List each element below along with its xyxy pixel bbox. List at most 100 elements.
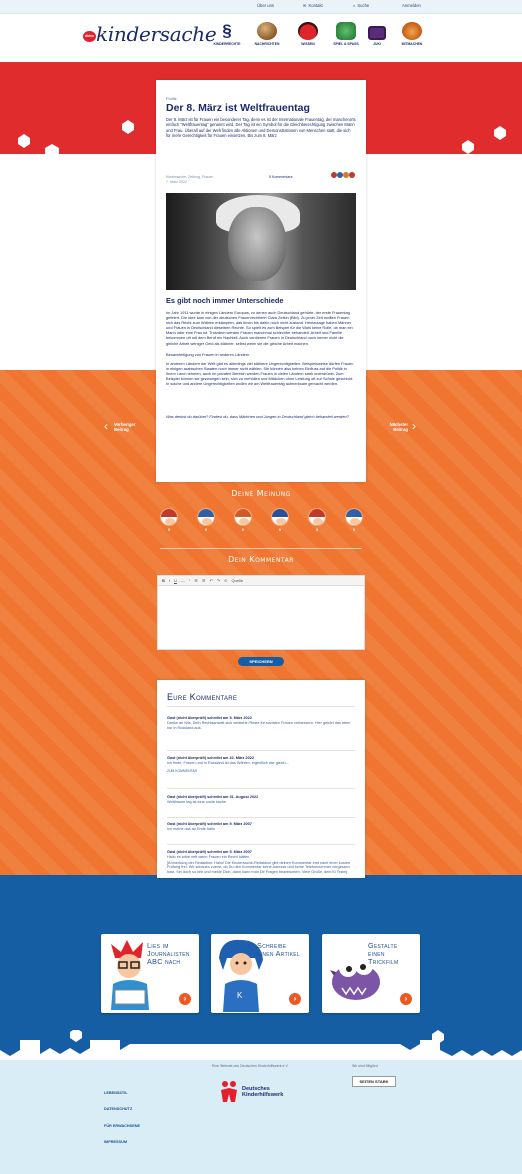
nav-nachrichten[interactable]: Nachrichten (252, 22, 282, 46)
opinion-face-2[interactable]: 0 (195, 508, 217, 532)
seal-caption: Wir sind Mitglied (352, 1064, 378, 1068)
promo-tile-journalist-abc[interactable]: Lies im Journalisten ABC nach › (101, 934, 199, 1013)
emoji-button[interactable]: ⊙ (224, 578, 227, 583)
footer-link[interactable]: IMPRESSUM (104, 1140, 127, 1144)
dkhw-partner-logo[interactable]: Deutsches Kinderhilfswerk (220, 1080, 306, 1106)
chevron-right-icon: › (412, 419, 416, 433)
promo-title: Gestalte einen Trickfilm (368, 941, 399, 966)
article-photo (166, 193, 356, 290)
chevron-right-icon[interactable]: › (400, 993, 412, 1005)
nav-juki[interactable]: Juki (362, 22, 392, 46)
contact-link-label: Kontakt (308, 3, 323, 8)
strike-button[interactable]: — (181, 578, 185, 583)
promo-tile-trickfilm[interactable]: Gestalte einen Trickfilm › (322, 934, 420, 1013)
opinion-count: 0 (241, 527, 245, 532)
comment-count-link[interactable]: 5 Kommentare (269, 175, 293, 179)
login-link[interactable]: Anmelden (402, 3, 421, 8)
divider (167, 817, 355, 818)
comment-text: Weltfrauen tag ist eine coole sache (167, 799, 227, 804)
opinion-face-3[interactable]: 0 (232, 508, 254, 532)
divider (167, 844, 355, 845)
about-link-label: Über uns (257, 3, 274, 8)
tv-icon (368, 26, 386, 40)
nav-label: Spiel & Spaß (333, 42, 359, 46)
opinion-count: 0 (204, 527, 208, 532)
comment-item: Gast (nicht überprüft) schreibt am 5. Mä… (167, 716, 355, 730)
comment-text: Hallo es wäre nett wenn Frauen ein Recht… (167, 854, 250, 859)
chevron-right-icon[interactable]: › (289, 993, 301, 1005)
about-link[interactable]: Über uns (257, 3, 274, 8)
nav-label: Mitmachen (401, 42, 423, 46)
comment-form-title: Dein Kommentar (228, 555, 294, 564)
editor-note: [Anmerkung der Redaktion: Hallo! Die Kin… (167, 860, 351, 875)
seal-text: SEITEN STARK (359, 1079, 389, 1084)
cat-icon (402, 22, 422, 40)
article-subheading: Es gibt noch immer Unterschiede (166, 296, 284, 305)
login-link-label: Anmelden (402, 3, 421, 8)
underline-button[interactable]: U (174, 578, 177, 583)
bold-button[interactable]: B (162, 578, 165, 583)
footer-link[interactable]: LEBENSSTIL (104, 1091, 128, 1095)
numbered-list-button[interactable]: ☰ (202, 578, 206, 583)
comment-text: Danke an Nils, Dein Rechtsanwalt sich we… (167, 720, 351, 730)
next-post-label: Nächster Beitrag (389, 422, 408, 433)
comments-title: Eure Kommentare (167, 692, 238, 702)
nav-spiel-spass[interactable]: Spiel & Spaß (331, 22, 361, 46)
redo-button[interactable]: ↷ (217, 578, 220, 583)
nav-label: Wissen (301, 42, 315, 46)
footer-link[interactable]: DATENSCHUTZ (104, 1107, 132, 1111)
mail-icon: ✉ (303, 3, 307, 8)
gamepad-icon (336, 22, 356, 40)
nav-label: Nachrichten (254, 42, 280, 46)
article-paragraph: In anderen Ländern der Welt gibt es alle… (166, 361, 354, 387)
next-post-link[interactable]: Nächster Beitrag › (378, 420, 416, 433)
logo-prefix: dkhw (85, 34, 94, 38)
bullet-list-button[interactable]: ☰ (194, 578, 198, 583)
nav-wissen[interactable]: Wissen (293, 22, 323, 46)
kids-icon (221, 1081, 237, 1102)
undo-button[interactable]: ↶ (209, 578, 212, 583)
source-button[interactable]: Quelle (232, 578, 244, 583)
site-logo[interactable]: kindersache (96, 22, 217, 46)
nav-mitmachen[interactable]: Mitmachen (397, 22, 427, 46)
editor-toolbar: B I U — “ ☰ ☰ ↶ ↷ ⊙ Quelle (158, 576, 364, 586)
paragraph-icon: § (222, 21, 232, 40)
article-date: 7. März 2022 (166, 180, 187, 184)
opinion-face-5[interactable]: 0 (306, 508, 328, 532)
article-intro: Der 8. März ist für Frauen ein besondere… (166, 117, 356, 139)
article-card: Politik Der 8. März ist Weltfrauentag De… (156, 80, 366, 482)
svg-text:K: K (237, 991, 243, 1000)
comment-text: Ich meine das an Ende hallo (167, 826, 215, 831)
search-link[interactable]: ⌕ Suche (353, 3, 369, 8)
italic-button[interactable]: I (169, 578, 170, 583)
comment-editor[interactable]: B I U — “ ☰ ☰ ↶ ↷ ⊙ Quelle (157, 575, 365, 650)
opinion-count: 0 (278, 527, 282, 532)
seitenstark-seal[interactable]: SEITEN STARK (352, 1076, 396, 1087)
opinion-face-1[interactable]: 0 (158, 508, 180, 532)
avatar (349, 172, 355, 178)
site-footer (0, 1060, 522, 1174)
comment-read-more-link[interactable]: ZUM KOMMENTAR (167, 769, 355, 774)
partner-caption: Eine Website des Deutschen Kinderhilfswe… (212, 1064, 289, 1068)
nav-label: Kinderrechte (213, 42, 241, 46)
footer-link[interactable]: FÜR ERWACHSENE (104, 1124, 140, 1128)
contact-link[interactable]: ✉ Kontakt (303, 3, 323, 8)
dkhw-logo-badge[interactable]: dkhw (83, 31, 96, 42)
opinion-face-4[interactable]: 0 (269, 508, 291, 532)
opinion-face-6[interactable]: 0 (343, 508, 365, 532)
chevron-left-icon: ‹ (104, 419, 108, 433)
divider (167, 706, 355, 707)
globe-icon (257, 22, 277, 40)
comments-card: Eure Kommentare Gast (nicht überprüft) s… (157, 680, 365, 878)
nav-kinderrechte[interactable]: § Kinderrechte (212, 21, 242, 47)
previous-post-link[interactable]: ‹ Vorheriger Beitrag (104, 419, 144, 433)
save-comment-button[interactable]: SPEICHERN (238, 657, 284, 666)
promo-tile-write-article[interactable]: K Schreibe einen Artikel › (211, 934, 309, 1013)
divider (167, 750, 355, 751)
divider (160, 548, 362, 549)
opinion-count: 0 (167, 527, 171, 532)
article-paragraph: Im Jahr 1911 wurde in einigen Ländern Eu… (166, 310, 353, 346)
quote-button[interactable]: “ (189, 578, 190, 583)
comment-text: Ich finde, Frauen und in Russland ist da… (167, 760, 289, 765)
chevron-right-icon[interactable]: › (179, 993, 191, 1005)
